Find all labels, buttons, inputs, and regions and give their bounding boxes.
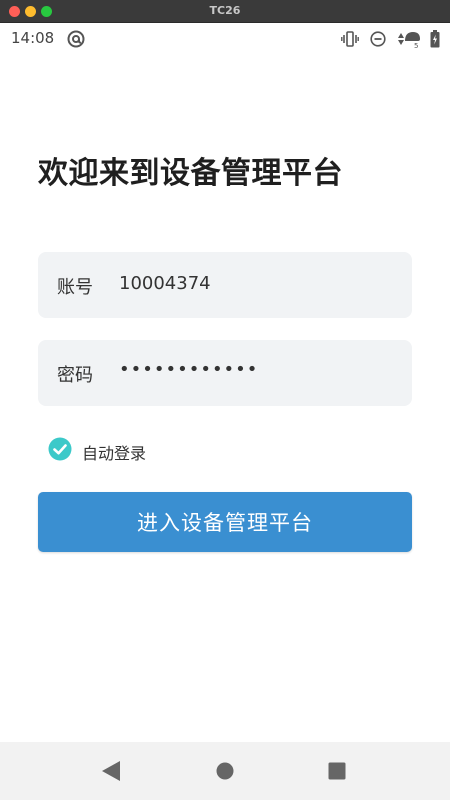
at-sign-icon <box>67 30 85 48</box>
password-input[interactable]: •••••••••••• <box>119 359 258 380</box>
account-input[interactable]: 10004374 <box>119 273 389 294</box>
battery-charging-icon <box>430 30 440 48</box>
enter-platform-button[interactable]: 进入设备管理平台 <box>38 492 412 552</box>
auto-login-label[interactable]: 自动登录 <box>82 440 146 464</box>
back-icon[interactable] <box>101 760 121 782</box>
home-icon[interactable] <box>216 762 234 780</box>
account-field[interactable]: 账号 10004374 <box>38 252 412 318</box>
vibrate-icon <box>341 31 359 47</box>
data-type-label: 5 <box>414 42 418 49</box>
password-label: 密码 <box>57 365 93 386</box>
navigation-bar <box>0 742 450 800</box>
welcome-heading: 欢迎来到设备管理平台 <box>38 156 343 191</box>
password-field[interactable]: 密码 •••••••••••• <box>38 340 412 406</box>
account-label: 账号 <box>57 277 93 298</box>
window-title: TC26 <box>209 4 241 17</box>
status-time: 14:08 <box>11 29 55 47</box>
status-bar: 14:08 5 <box>0 23 450 55</box>
do-not-disturb-icon <box>370 31 386 47</box>
recents-icon[interactable] <box>328 762 346 780</box>
window-title-bar: TC26 <box>0 0 450 23</box>
mobile-data-icon: 5 <box>398 32 420 49</box>
checkbox-checked-icon[interactable] <box>48 437 72 461</box>
